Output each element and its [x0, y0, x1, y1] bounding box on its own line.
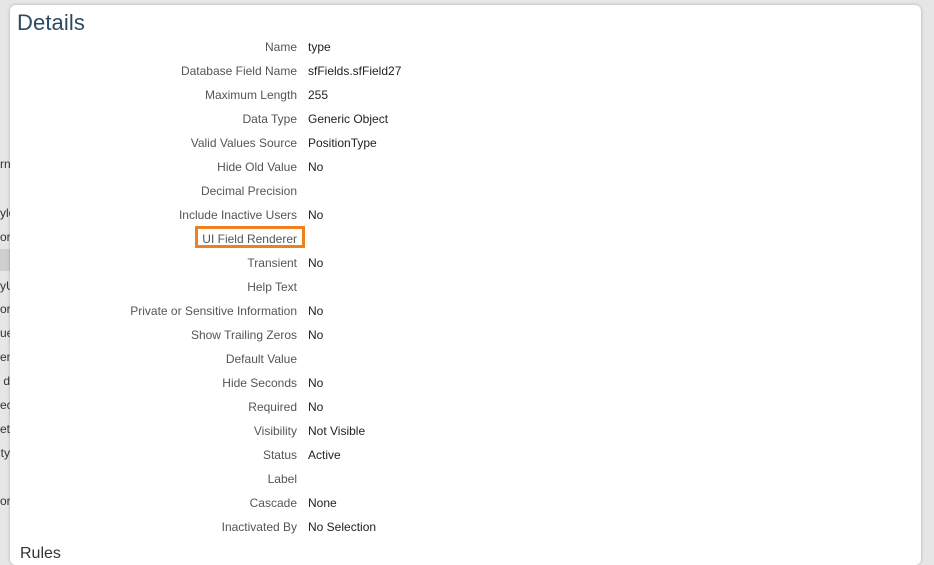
detail-label: Database Field Name [180, 64, 297, 78]
background-text-fragment: orc [0, 494, 10, 508]
detail-label: Hide Seconds [222, 376, 297, 390]
detail-label: Hide Old Value [217, 160, 297, 174]
detail-row: Visibility Not Visible [10, 419, 910, 443]
background-text-fragment: orc [0, 230, 10, 244]
detail-value: No [308, 256, 324, 270]
detail-row: UI Field Renderer [10, 227, 910, 251]
detail-label: Help Text [247, 280, 297, 294]
background-text-fragment: d [3, 374, 10, 388]
rules-section-heading: Rules [20, 545, 61, 562]
detail-row: Valid Values Source PositionType [10, 131, 910, 155]
detail-label: Status [262, 448, 297, 462]
detail-row: Maximum Length 255 [10, 83, 910, 107]
detail-label: Include Inactive Users [178, 208, 297, 222]
detail-label: Name [264, 40, 297, 54]
detail-label: Label [267, 472, 297, 486]
detail-row: Hide Seconds No [10, 371, 910, 395]
detail-row: Cascade None [10, 491, 910, 515]
detail-value: No Selection [308, 520, 377, 534]
background-text-fragment: ylo [0, 206, 10, 220]
detail-row: Private or Sensitive Information No [10, 299, 910, 323]
detail-label: Default Value [225, 352, 297, 366]
detail-row: Label [10, 467, 910, 491]
detail-label: Visibility [253, 424, 297, 438]
details-panel: Details Name type Database Field Name sfFie… [10, 5, 921, 565]
detail-value: No [308, 304, 324, 318]
detail-value: 255 [308, 88, 329, 102]
panel-title: Details [17, 10, 85, 35]
background-text-fragment: rna [0, 157, 10, 171]
detail-value: No [308, 400, 324, 414]
detail-label: Cascade [249, 496, 297, 510]
detail-row: Hide Old Value No [10, 155, 910, 179]
detail-value: None [308, 496, 337, 510]
detail-label: Transient [247, 256, 297, 270]
detail-row: Show Trailing Zeros No [10, 323, 910, 347]
detail-label: Private or Sensitive Information [130, 304, 297, 318]
detail-row: Default Value [10, 347, 910, 371]
background-text-fragment: ue [0, 326, 10, 340]
detail-row: Help Text [10, 275, 910, 299]
detail-label: Inactivated By [221, 520, 297, 534]
detail-value: No [308, 208, 324, 222]
detail-value: Generic Object [308, 112, 389, 126]
detail-row: Required No [10, 395, 910, 419]
background-text-fragment: ty [0, 446, 10, 460]
detail-value: No [308, 328, 324, 342]
detail-value: type [308, 40, 331, 54]
detail-row: Status Active [10, 443, 910, 467]
background-text-fragment: ec [0, 398, 10, 412]
detail-label: Decimal Precision [200, 184, 297, 198]
detail-value: sfFields.sfField27 [308, 64, 402, 78]
detail-value: Not Visible [308, 424, 366, 438]
background-text-fragment: or [0, 302, 10, 316]
detail-label: Valid Values Source [190, 136, 297, 150]
detail-value: PositionType [308, 136, 377, 150]
detail-row: Inactivated By No Selection [10, 515, 910, 539]
detail-label: Required [248, 400, 297, 414]
detail-value: Active [308, 448, 341, 462]
detail-label: Data Type [242, 112, 297, 126]
background-text-fragment: ete [0, 422, 10, 436]
background-text-fragment: en [0, 350, 10, 364]
detail-label: Maximum Length [204, 88, 297, 102]
detail-row: Transient No [10, 251, 910, 275]
detail-row: Data Type Generic Object [10, 107, 910, 131]
detail-value: No [308, 376, 324, 390]
detail-row: Decimal Precision [10, 179, 910, 203]
detail-row: Include Inactive Users No [10, 203, 910, 227]
background-text-fragment: yU [0, 279, 10, 293]
detail-row: Database Field Name sfFields.sfField27 [10, 59, 910, 83]
detail-row: Name type [10, 35, 910, 59]
ui-field-renderer-highlight [195, 226, 305, 248]
detail-label: Show Trailing Zeros [190, 328, 297, 342]
detail-value: No [308, 160, 324, 174]
